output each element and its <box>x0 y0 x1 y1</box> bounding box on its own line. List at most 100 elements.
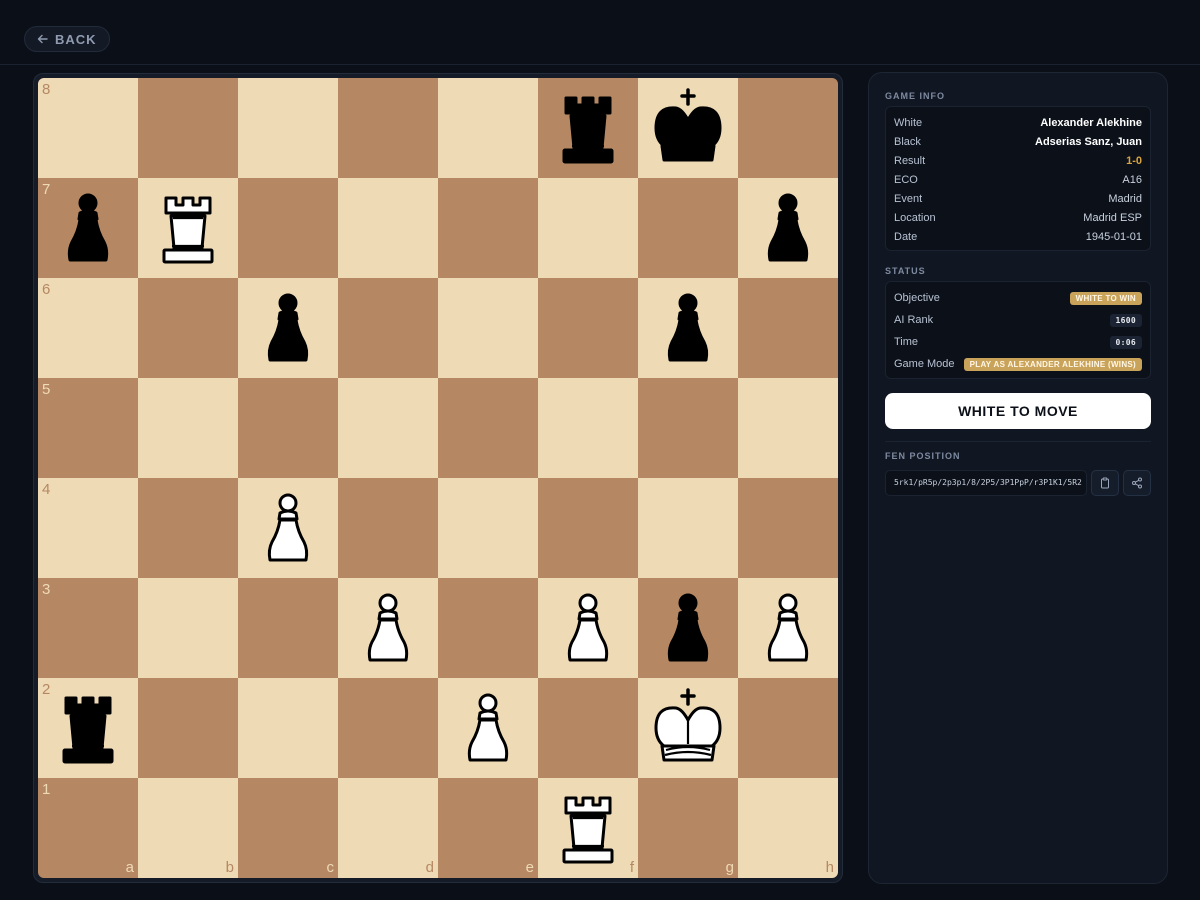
white-king-icon[interactable]: .ln{fill:none;stroke:#000000;stroke-widt… <box>648 688 728 768</box>
square-h8[interactable] <box>738 78 838 178</box>
square-c7[interactable] <box>238 178 338 278</box>
square-d4[interactable] <box>338 478 438 578</box>
square-c3[interactable] <box>238 578 338 678</box>
share-fen-button[interactable] <box>1123 470 1151 496</box>
rank-label: 4 <box>42 481 51 498</box>
square-h4[interactable] <box>738 478 838 578</box>
rank-label: 8 <box>42 81 51 98</box>
white-rook-icon[interactable]: .ln{fill:none;stroke:#000000;stroke-widt… <box>148 188 228 268</box>
square-a4[interactable]: 4 <box>38 478 138 578</box>
square-g7[interactable] <box>638 178 738 278</box>
square-f4[interactable] <box>538 478 638 578</box>
square-a5[interactable]: 5 <box>38 378 138 478</box>
square-g1[interactable]: g <box>638 778 738 878</box>
square-g8[interactable]: .ln{fill:none;stroke:#ffffff;stroke-widt… <box>638 78 738 178</box>
square-h3[interactable]: .ln{fill:none;stroke:#000000;stroke-widt… <box>738 578 838 678</box>
turn-indicator-button[interactable]: WHITE TO MOVE <box>885 393 1151 429</box>
square-e5[interactable] <box>438 378 538 478</box>
square-g4[interactable] <box>638 478 738 578</box>
square-g6[interactable]: .ln{fill:none;stroke:#ffffff;stroke-widt… <box>638 278 738 378</box>
square-h5[interactable] <box>738 378 838 478</box>
square-e4[interactable] <box>438 478 538 578</box>
square-d1[interactable]: d <box>338 778 438 878</box>
square-f5[interactable] <box>538 378 638 478</box>
square-e8[interactable] <box>438 78 538 178</box>
square-c4[interactable]: .ln{fill:none;stroke:#000000;stroke-widt… <box>238 478 338 578</box>
black-rook-icon[interactable]: .ln{fill:none;stroke:#ffffff;stroke-widt… <box>548 88 628 168</box>
square-c2[interactable] <box>238 678 338 778</box>
square-h1[interactable]: h <box>738 778 838 878</box>
status-row-game-mode: Game Mode PLAY AS ALEXANDER ALEKHINE (WI… <box>894 356 1142 372</box>
square-e3[interactable] <box>438 578 538 678</box>
square-a8[interactable]: 8 <box>38 78 138 178</box>
square-b2[interactable] <box>138 678 238 778</box>
copy-fen-button[interactable] <box>1091 470 1119 496</box>
white-pawn-icon[interactable]: .ln{fill:none;stroke:#000000;stroke-widt… <box>348 588 428 668</box>
square-g3[interactable]: .ln{fill:none;stroke:#ffffff;stroke-widt… <box>638 578 738 678</box>
square-d7[interactable] <box>338 178 438 278</box>
black-rook-icon[interactable]: .ln{fill:none;stroke:#ffffff;stroke-widt… <box>48 688 128 768</box>
square-e2[interactable]: .ln{fill:none;stroke:#000000;stroke-widt… <box>438 678 538 778</box>
white-pawn-icon[interactable]: .ln{fill:none;stroke:#000000;stroke-widt… <box>248 488 328 568</box>
white-rook-icon[interactable]: .ln{fill:none;stroke:#000000;stroke-widt… <box>548 788 628 868</box>
square-a1[interactable]: 1a <box>38 778 138 878</box>
square-b6[interactable] <box>138 278 238 378</box>
square-f1[interactable]: f.ln{fill:none;stroke:#000000;stroke-wid… <box>538 778 638 878</box>
black-pawn-icon[interactable]: .ln{fill:none;stroke:#ffffff;stroke-widt… <box>648 288 728 368</box>
square-b4[interactable] <box>138 478 238 578</box>
square-d3[interactable]: .ln{fill:none;stroke:#000000;stroke-widt… <box>338 578 438 678</box>
square-f8[interactable]: .ln{fill:none;stroke:#ffffff;stroke-widt… <box>538 78 638 178</box>
square-g5[interactable] <box>638 378 738 478</box>
rank-label: 1 <box>42 781 51 798</box>
square-b3[interactable] <box>138 578 238 678</box>
white-pawn-icon[interactable]: .ln{fill:none;stroke:#000000;stroke-widt… <box>748 588 828 668</box>
square-c6[interactable]: .ln{fill:none;stroke:#ffffff;stroke-widt… <box>238 278 338 378</box>
square-e7[interactable] <box>438 178 538 278</box>
square-f7[interactable] <box>538 178 638 278</box>
game-info-title: GAME INFO <box>885 91 945 101</box>
square-e1[interactable]: e <box>438 778 538 878</box>
square-f3[interactable]: .ln{fill:none;stroke:#000000;stroke-widt… <box>538 578 638 678</box>
white-pawn-icon[interactable]: .ln{fill:none;stroke:#000000;stroke-widt… <box>548 588 628 668</box>
time-badge: 0:06 <box>1109 335 1142 349</box>
file-label: a <box>125 859 134 876</box>
game-mode-badge: PLAY AS ALEXANDER ALEKHINE (WINS) <box>963 357 1142 371</box>
square-f2[interactable] <box>538 678 638 778</box>
black-king-icon[interactable]: .ln{fill:none;stroke:#ffffff;stroke-widt… <box>648 88 728 168</box>
square-b7[interactable]: .ln{fill:none;stroke:#000000;stroke-widt… <box>138 178 238 278</box>
top-bar: BACK <box>0 0 1200 65</box>
fen-title: FEN POSITION <box>885 451 961 461</box>
square-b1[interactable]: b <box>138 778 238 878</box>
square-b8[interactable] <box>138 78 238 178</box>
square-h7[interactable]: .ln{fill:none;stroke:#ffffff;stroke-widt… <box>738 178 838 278</box>
square-g2[interactable]: .ln{fill:none;stroke:#000000;stroke-widt… <box>638 678 738 778</box>
chess-board[interactable]: 8 .ln{fill:none;stroke:#ffffff;stroke-wid… <box>38 78 838 878</box>
fen-input[interactable]: 5rk1/pR5p/2p3p1/8/2P5/3P1PpP/r3P1K1/5R2 … <box>885 470 1087 496</box>
square-c8[interactable] <box>238 78 338 178</box>
square-a3[interactable]: 3 <box>38 578 138 678</box>
square-d6[interactable] <box>338 278 438 378</box>
square-f6[interactable] <box>538 278 638 378</box>
back-button[interactable]: BACK <box>24 26 110 52</box>
file-label: f <box>629 859 634 876</box>
game-info-card: White Alexander Alekhine Black Adserias … <box>885 106 1151 251</box>
square-c1[interactable]: c <box>238 778 338 878</box>
black-pawn-icon[interactable]: .ln{fill:none;stroke:#ffffff;stroke-widt… <box>48 188 128 268</box>
square-h6[interactable] <box>738 278 838 378</box>
black-pawn-icon[interactable]: .ln{fill:none;stroke:#ffffff;stroke-widt… <box>248 288 328 368</box>
square-d2[interactable] <box>338 678 438 778</box>
game-side-panel: GAME INFO White Alexander Alekhine Black… <box>868 72 1168 884</box>
square-c5[interactable] <box>238 378 338 478</box>
square-h2[interactable] <box>738 678 838 778</box>
square-b5[interactable] <box>138 378 238 478</box>
square-e6[interactable] <box>438 278 538 378</box>
objective-badge: WHITE TO WIN <box>1069 291 1142 305</box>
square-a7[interactable]: 7.ln{fill:none;stroke:#ffffff;stroke-wid… <box>38 178 138 278</box>
square-a6[interactable]: 6 <box>38 278 138 378</box>
white-pawn-icon[interactable]: .ln{fill:none;stroke:#000000;stroke-widt… <box>448 688 528 768</box>
black-pawn-icon[interactable]: .ln{fill:none;stroke:#ffffff;stroke-widt… <box>748 188 828 268</box>
black-pawn-icon[interactable]: .ln{fill:none;stroke:#ffffff;stroke-widt… <box>648 588 728 668</box>
square-d5[interactable] <box>338 378 438 478</box>
square-a2[interactable]: 2.ln{fill:none;stroke:#ffffff;stroke-wid… <box>38 678 138 778</box>
square-d8[interactable] <box>338 78 438 178</box>
